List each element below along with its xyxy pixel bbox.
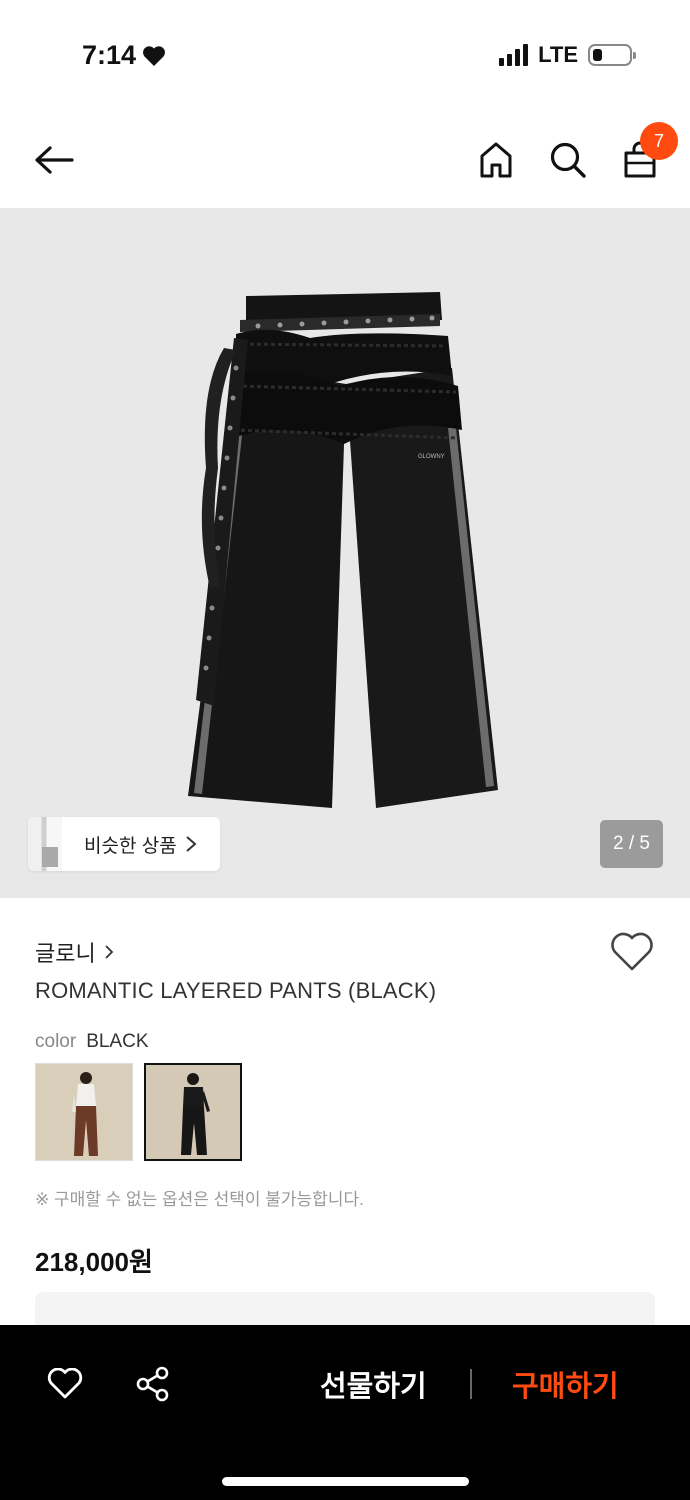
status-bar: 7:14 LTE xyxy=(0,0,690,110)
home-indicator[interactable] xyxy=(222,1477,469,1486)
color-option-thumbnail-selected[interactable] xyxy=(144,1063,242,1161)
color-value: BLACK xyxy=(86,1031,149,1052)
share-button[interactable] xyxy=(132,1363,174,1405)
chevron-right-icon xyxy=(105,945,114,959)
back-button[interactable] xyxy=(30,136,78,184)
heart-status-icon xyxy=(143,45,166,66)
garment-logo-text: GLOWNY xyxy=(418,454,445,460)
similar-products-button[interactable]: 비슷한 상품 xyxy=(28,817,220,871)
product-title: ROMANTIC LAYERED PANTS (BLACK) xyxy=(35,978,437,1003)
brand-name: 글로니 xyxy=(35,941,96,966)
battery-icon xyxy=(588,44,636,66)
action-divider xyxy=(470,1369,472,1399)
bottom-action-bar: 선물하기 구매하기 xyxy=(0,1325,690,1500)
bottom-wishlist-button[interactable] xyxy=(44,1363,86,1405)
app-header: 7 xyxy=(0,110,690,208)
gift-button[interactable]: 선물하기 xyxy=(320,1363,427,1405)
buy-button[interactable]: 구매하기 xyxy=(512,1363,619,1405)
share-icon xyxy=(136,1366,169,1402)
status-time: 7:14 xyxy=(82,40,166,71)
option-notice: ※ 구매할 수 없는 옵션은 선택이 불가능합니다. xyxy=(35,1190,364,1209)
image-page-indicator: 2 / 5 xyxy=(600,820,663,868)
similar-products-label: 비슷한 상품 xyxy=(84,835,177,857)
heart-outline-icon xyxy=(47,1368,83,1399)
model-photo xyxy=(146,1065,240,1159)
product-price: 218,000원 xyxy=(35,1247,153,1277)
product-image: GLOWNY xyxy=(188,292,498,808)
network-label: LTE xyxy=(538,42,578,67)
back-arrow-icon xyxy=(35,146,74,174)
search-button[interactable] xyxy=(544,136,592,184)
status-indicators: LTE xyxy=(499,42,636,68)
model-photo xyxy=(36,1064,132,1160)
home-button[interactable] xyxy=(472,136,520,184)
chevron-right-icon xyxy=(185,835,197,853)
cart-button[interactable]: 7 xyxy=(616,122,678,184)
color-row: color BLACK xyxy=(35,1031,149,1053)
home-icon xyxy=(480,142,512,178)
heart-outline-icon xyxy=(611,932,653,971)
brand-link[interactable]: 글로니 xyxy=(35,936,114,968)
similar-product-thumbnail xyxy=(28,817,62,871)
product-image-gallery[interactable]: GLOWNY 비슷한 상품 2 / 5 xyxy=(0,208,690,898)
color-option-thumbnail[interactable] xyxy=(35,1063,133,1161)
color-label: color xyxy=(35,1031,77,1052)
search-icon xyxy=(550,142,586,178)
signal-icon xyxy=(499,44,529,66)
wishlist-button[interactable] xyxy=(610,932,654,976)
color-options xyxy=(35,1063,242,1161)
status-time-text: 7:14 xyxy=(82,40,137,70)
cart-count-badge: 7 xyxy=(640,122,678,160)
